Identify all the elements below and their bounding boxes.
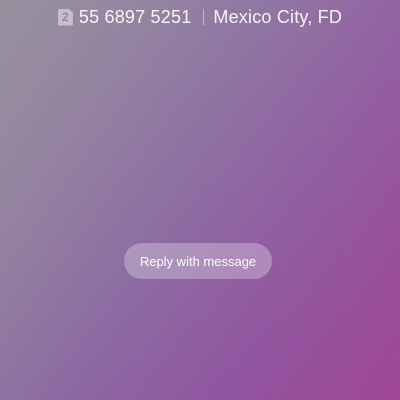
reply-with-message-button[interactable]: Reply with message — [124, 243, 272, 279]
sim-card-2-icon: 2 — [57, 8, 73, 26]
caller-phone-number: 55 6897 5251 — [78, 6, 192, 27]
divider — [203, 9, 205, 25]
caller-info-bar: 2 55 6897 5251 Mexico City, FD — [0, 5, 400, 29]
caller-location: Mexico City, FD — [213, 6, 343, 27]
